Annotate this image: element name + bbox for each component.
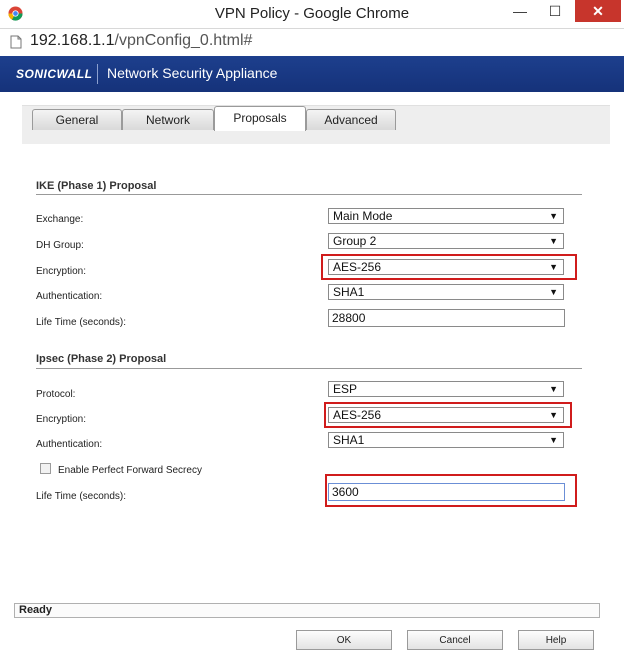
ike-section-title: IKE (Phase 1) Proposal xyxy=(36,180,157,192)
ike-encryption-value: AES-256 xyxy=(333,260,382,274)
status-bar: Ready xyxy=(14,603,600,618)
dh-group-label: DH Group: xyxy=(36,240,84,251)
dh-group-select[interactable]: Group 2 ▼ xyxy=(328,233,564,249)
close-button[interactable]: ✕ xyxy=(575,0,621,22)
page-icon xyxy=(10,35,22,49)
cancel-button[interactable]: Cancel xyxy=(407,630,503,650)
ike-encryption-label: Encryption: xyxy=(36,266,87,277)
ipsec-authentication-label: Authentication: xyxy=(36,439,103,450)
protocol-value: ESP xyxy=(333,382,358,396)
ike-lifetime-value: 28800 xyxy=(332,311,366,325)
chevron-down-icon: ▼ xyxy=(549,410,558,420)
ipsec-encryption-select[interactable]: AES-256 ▼ xyxy=(328,407,564,423)
ike-authentication-value: SHA1 xyxy=(333,285,365,299)
sonicwall-logo: SONICWALL xyxy=(16,67,93,81)
exchange-label: Exchange: xyxy=(36,214,84,225)
address-bar[interactable]: 192.168.1.1/vpnConfig_0.html# xyxy=(0,29,624,55)
ike-authentication-label: Authentication: xyxy=(36,291,103,302)
ipsec-encryption-label: Encryption: xyxy=(36,414,87,425)
ipsec-section-title: Ipsec (Phase 2) Proposal xyxy=(36,353,167,365)
tab-advanced[interactable]: Advanced xyxy=(306,109,396,130)
ipsec-lifetime-value: 3600 xyxy=(332,485,359,499)
ike-encryption-select[interactable]: AES-256 ▼ xyxy=(328,259,564,275)
tab-strip: General Network Proposals Advanced xyxy=(22,105,610,144)
chevron-down-icon: ▼ xyxy=(549,262,558,272)
exchange-select[interactable]: Main Mode ▼ xyxy=(328,208,564,224)
ike-authentication-select[interactable]: SHA1 ▼ xyxy=(328,284,564,300)
ipsec-lifetime-label: Life Time (seconds): xyxy=(36,491,127,502)
url-text[interactable]: 192.168.1.1/vpnConfig_0.html# xyxy=(30,32,252,50)
tab-proposals[interactable]: Proposals xyxy=(214,106,306,131)
ipsec-section-divider xyxy=(36,368,582,369)
ike-lifetime-label: Life Time (seconds): xyxy=(36,317,127,328)
url-host: 192.168.1.1 xyxy=(30,32,115,49)
chevron-down-icon: ▼ xyxy=(549,236,558,246)
tab-network[interactable]: Network xyxy=(122,109,214,130)
ok-button[interactable]: OK xyxy=(296,630,392,650)
protocol-label: Protocol: xyxy=(36,389,76,400)
pfs-checkbox[interactable] xyxy=(40,463,51,474)
app-header: SONICWALL Network Security Appliance xyxy=(0,56,624,92)
ipsec-lifetime-input[interactable]: 3600 xyxy=(328,483,565,501)
minimize-button[interactable]: — xyxy=(505,0,535,22)
help-button[interactable]: Help xyxy=(518,630,594,650)
exchange-value: Main Mode xyxy=(333,209,393,223)
pfs-label: Enable Perfect Forward Secrecy xyxy=(58,465,202,476)
ipsec-encryption-value: AES-256 xyxy=(333,408,382,422)
ike-lifetime-input[interactable]: 28800 xyxy=(328,309,565,327)
dh-group-value: Group 2 xyxy=(333,234,377,248)
tab-general[interactable]: General xyxy=(32,109,122,130)
url-path: /vpnConfig_0.html# xyxy=(114,32,253,49)
chevron-down-icon: ▼ xyxy=(549,211,558,221)
ipsec-authentication-value: SHA1 xyxy=(333,433,365,447)
protocol-select[interactable]: ESP ▼ xyxy=(328,381,564,397)
maximize-button[interactable]: ☐ xyxy=(540,0,570,22)
chevron-down-icon: ▼ xyxy=(549,384,558,394)
status-text: Ready xyxy=(19,604,53,616)
chevron-down-icon: ▼ xyxy=(549,435,558,445)
ike-section-divider xyxy=(36,194,582,195)
chevron-down-icon: ▼ xyxy=(549,287,558,297)
ipsec-authentication-select[interactable]: SHA1 ▼ xyxy=(328,432,564,448)
window-title-bar: VPN Policy - Google Chrome — ☐ ✕ xyxy=(0,0,624,29)
header-divider xyxy=(97,64,98,84)
product-name: Network Security Appliance xyxy=(107,65,278,81)
